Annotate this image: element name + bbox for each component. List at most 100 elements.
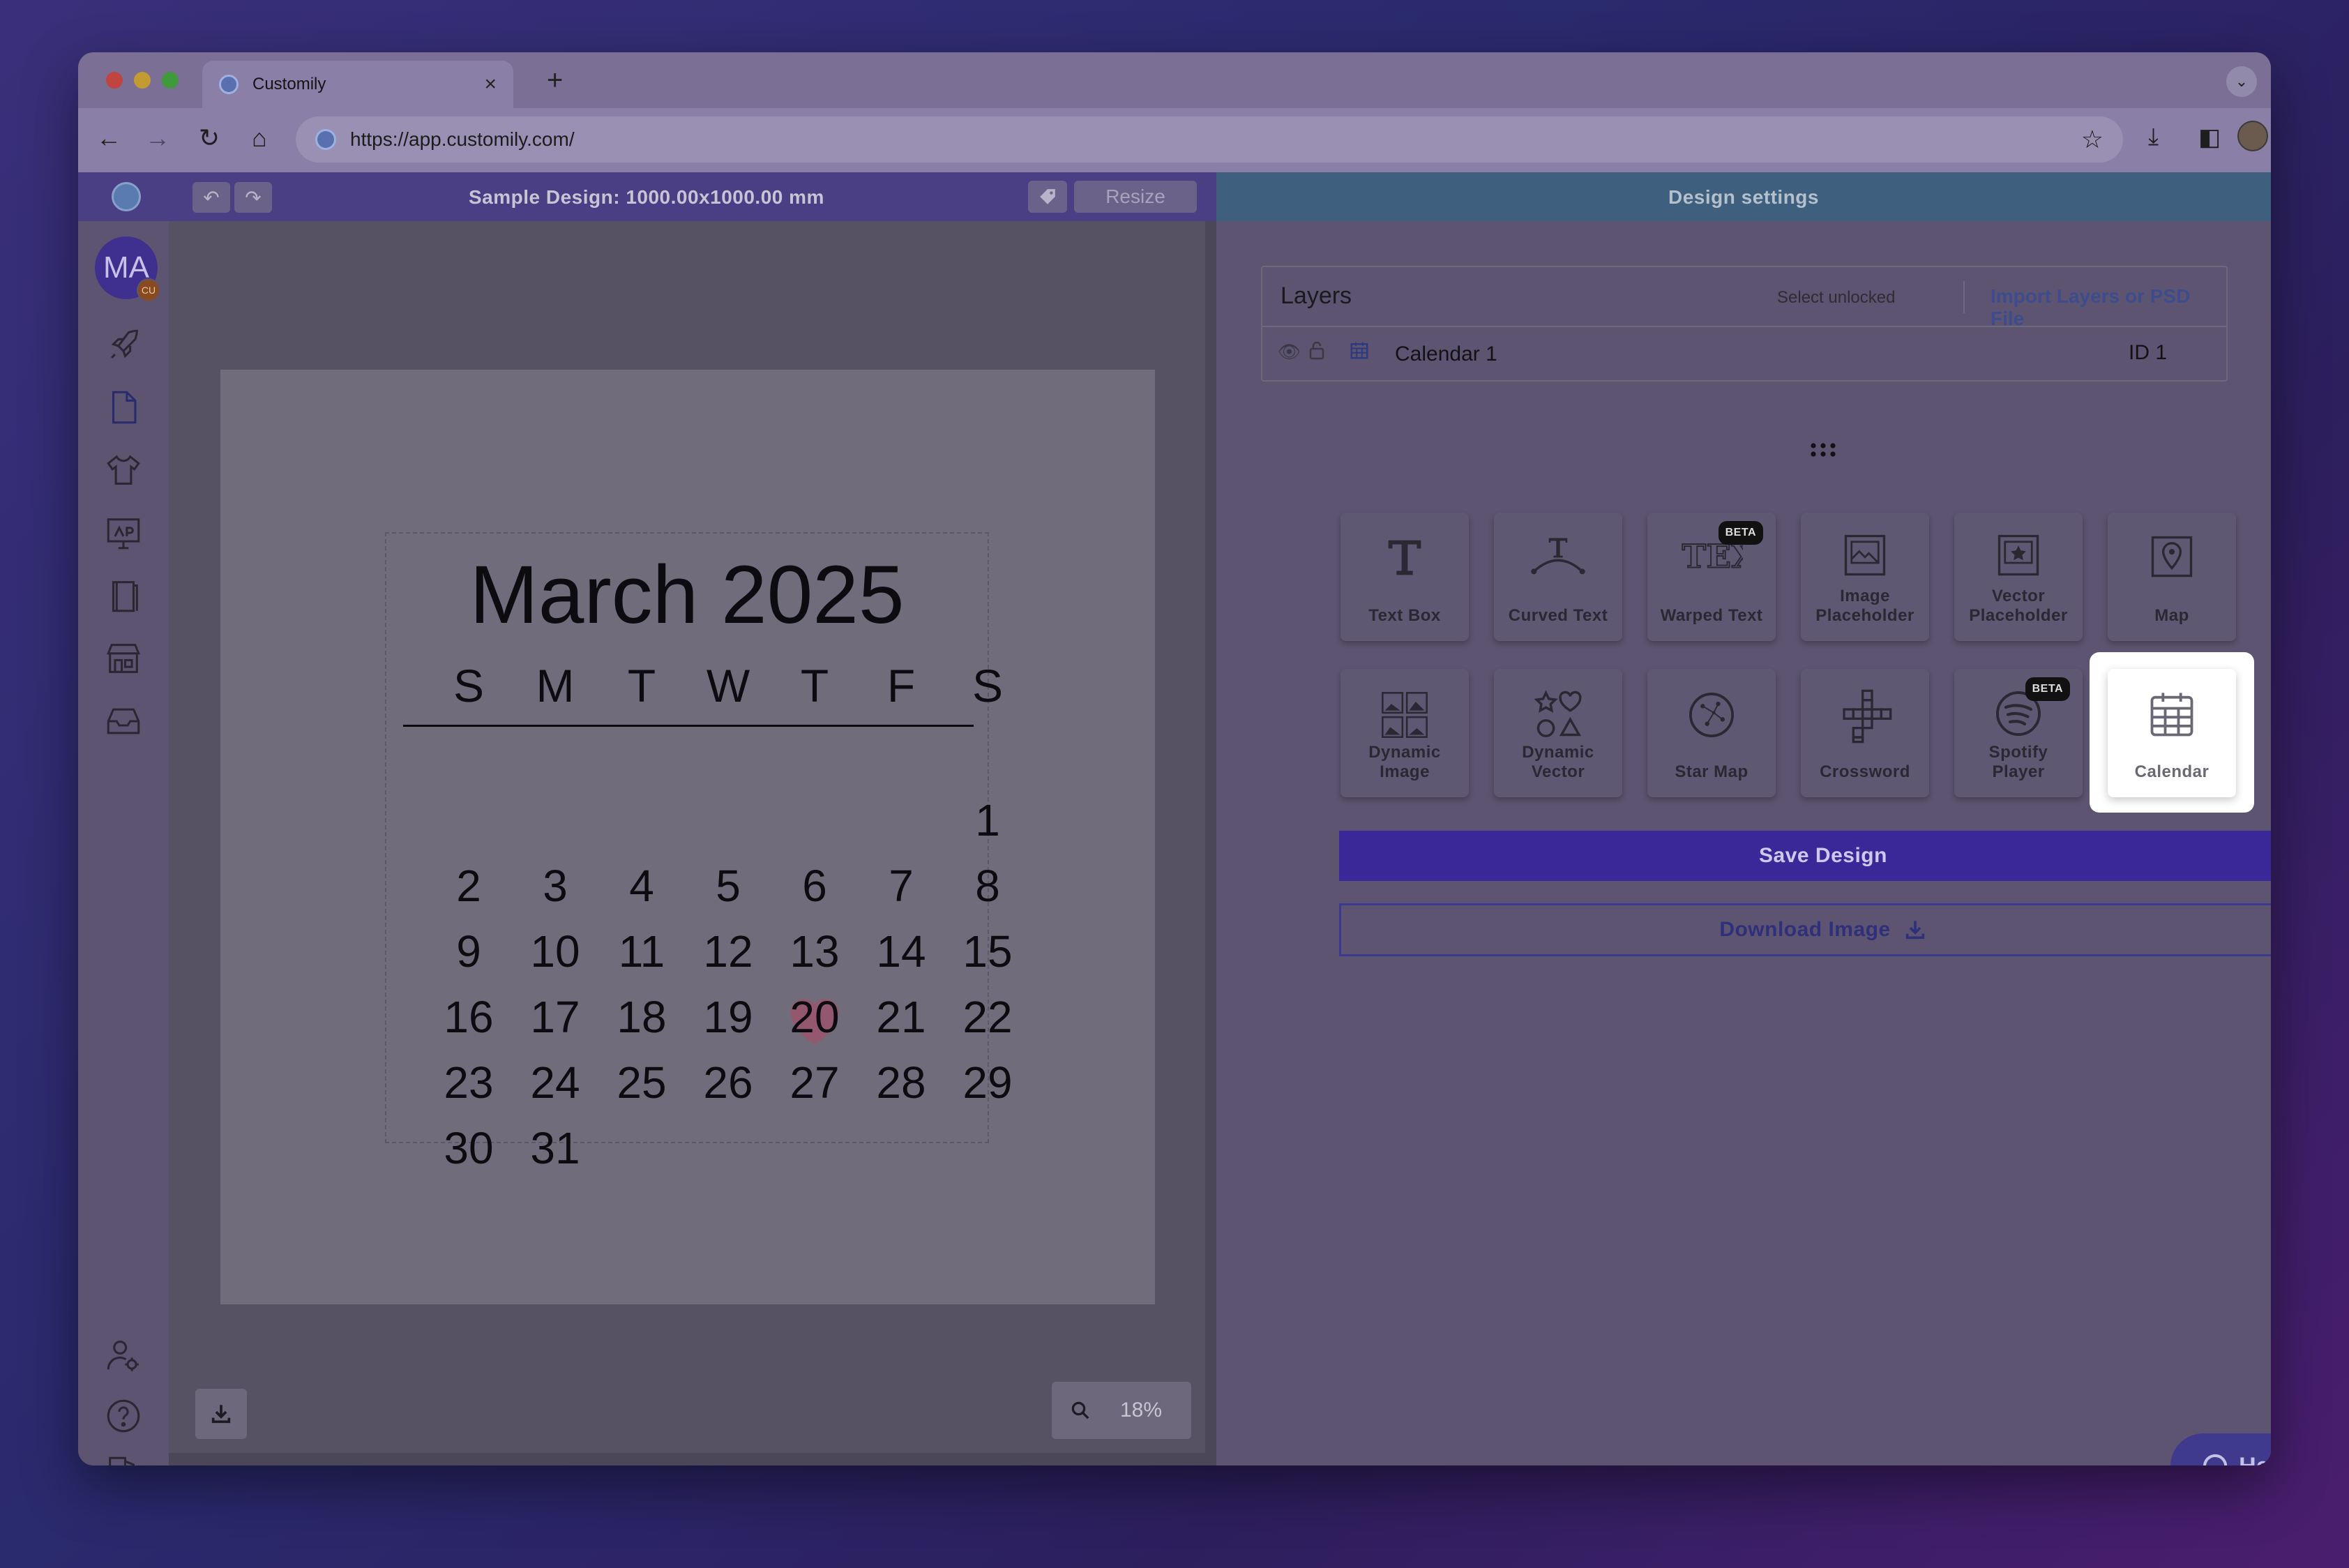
vertical-scrollbar[interactable] [1205,221,1216,1465]
help-circle-icon[interactable] [103,1396,144,1436]
tool-calendar[interactable]: Calendar [2108,669,2236,797]
calendar-day: 2 [456,861,481,911]
account-badge: CU [137,278,160,302]
layers-header: Layers Select unlocked Import Layers or … [1262,267,2226,330]
minimize-window-button[interactable] [134,72,151,89]
layer-id: ID 1 [2129,341,2168,364]
calendar-day: 11 [618,926,665,977]
tab-close-icon[interactable]: × [484,73,497,96]
tool-label: Spotify Player [1988,743,2048,781]
downloads-icon[interactable]: ⤓ [2148,123,2159,151]
design-title: Sample Design: 1000.00x1000.00 mm [469,186,824,208]
calendar-day: 29 [962,1057,1013,1108]
home-icon[interactable]: ⌂ [243,123,276,153]
chat-bubble-icon [2203,1454,2228,1465]
tool-label: Warped Text [1660,606,1763,625]
resize-button[interactable]: Resize [1074,181,1197,213]
calendar-month-title: March 2025 [469,549,905,641]
maximize-window-button[interactable] [162,72,179,89]
document-icon[interactable] [103,387,144,428]
canvas-download-button[interactable] [195,1389,247,1439]
side-panel-icon[interactable]: ◧ [2198,123,2221,151]
close-window-button[interactable] [106,72,123,89]
tool-spotify-player[interactable]: BETA Spotify Player [1954,669,2083,797]
visibility-eye-icon[interactable]: 👁 [1278,341,1301,363]
text-icon [1380,532,1429,586]
tool-label: Calendar [2134,762,2210,781]
star-map-icon [1685,688,1738,746]
tool-dynamic-image[interactable]: Dynamic Image [1340,669,1469,797]
beta-badge: BETA [2025,677,2070,701]
download-icon [211,1405,231,1424]
book-icon[interactable] [103,575,144,616]
calendar-day: 9 [456,926,481,977]
profile-avatar[interactable] [2237,121,2268,151]
calendar-day: 31 [530,1123,580,1173]
tool-label: Map [2154,606,2189,625]
tag-button[interactable] [1028,181,1067,213]
select-unlocked-button[interactable]: Select unlocked [1777,288,1895,308]
calendar-day: 25 [617,1057,667,1108]
calendar-day: 18 [617,992,667,1042]
tool-label: Text Box [1368,606,1441,625]
download-image-button[interactable]: Download Image [1339,903,2271,956]
tool-map[interactable]: Map [2108,513,2236,641]
back-arrow-icon[interactable]: ← [92,123,126,153]
calendar-day: 4 [629,861,654,911]
design-settings-title: Design settings [1668,186,1819,208]
calendar-weekday-label: F [886,660,916,711]
tool-dynamic-vector[interactable]: Dynamic Vector [1494,669,1622,797]
monitor-icon[interactable] [103,513,144,553]
tool-warped-text[interactable]: TEXTBETAWarped Text [1647,513,1781,641]
undo-button[interactable]: ↶ [192,182,230,213]
tab-search-chevron-icon[interactable]: ⌄ [2226,66,2257,97]
layer-row[interactable]: 👁 Calendar 1 ID 1 [1262,329,2226,382]
calendar-day: 3 [543,861,568,911]
user-settings-icon[interactable] [103,1336,144,1376]
calendar-day: 28 [876,1057,926,1108]
store-icon[interactable] [103,638,144,679]
tool-star-map[interactable]: Star Map [1647,669,1776,797]
tool-text-box[interactable]: Text Box [1340,513,1469,641]
tool-curved-text[interactable]: Curved Text [1494,513,1622,641]
calendar-layer-icon [1349,340,1370,364]
inbox-icon[interactable] [103,701,144,741]
layers-title: Layers [1281,282,1352,309]
layer-name: Calendar 1 [1395,342,1497,365]
tool-label: Vector Placeholder [1969,587,2068,625]
calendar-day: 19 [703,992,753,1042]
new-tab-button[interactable]: + [547,65,563,96]
help-button[interactable]: Help [2170,1433,2271,1465]
app-logo-icon[interactable] [112,182,141,211]
save-design-button[interactable]: Save Design [1339,831,2271,881]
calendar-day: 14 [876,926,926,977]
calendar-day: 30 [444,1123,494,1173]
rocket-icon[interactable] [103,326,144,366]
forward-arrow-icon[interactable]: → [141,123,174,153]
tool-label: Image Placeholder [1815,587,1914,625]
tshirt-icon[interactable] [103,450,144,490]
logout-icon[interactable] [103,1453,144,1465]
horizontal-scrollbar[interactable] [169,1453,1216,1465]
tool-label: Star Map [1675,762,1748,781]
reload-icon[interactable]: ↻ [192,123,226,153]
shapes-icon [1532,688,1585,746]
help-label: Help [2239,1453,2271,1466]
tool-label: Crossword [1820,762,1910,781]
zoom-level: 18% [1120,1399,1163,1422]
redo-button[interactable]: ↷ [234,182,272,213]
calendar-day: 1 [975,795,1000,845]
bookmark-star-icon[interactable]: ☆ [2081,125,2103,154]
tool-crossword[interactable]: Crossword [1801,669,1929,797]
address-bar[interactable]: https://app.customily.com/ ☆ [296,116,2123,163]
tool-vector-placeholder[interactable]: Vector Placeholder [1954,513,2083,641]
calendar-day: 21 [876,992,926,1042]
calendar-day: 15 [962,926,1013,977]
panel-resize-handle[interactable] [1809,442,1837,462]
import-layers-link[interactable]: Import Layers or PSD File [1991,285,2226,330]
lock-icon[interactable] [1308,340,1325,364]
tool-image-placeholder[interactable]: Image Placeholder [1801,513,1929,641]
zoom-control[interactable]: 18% [1052,1382,1191,1439]
browser-tab[interactable]: Customily × [202,61,513,108]
calendar-day: 20 [790,992,840,1042]
